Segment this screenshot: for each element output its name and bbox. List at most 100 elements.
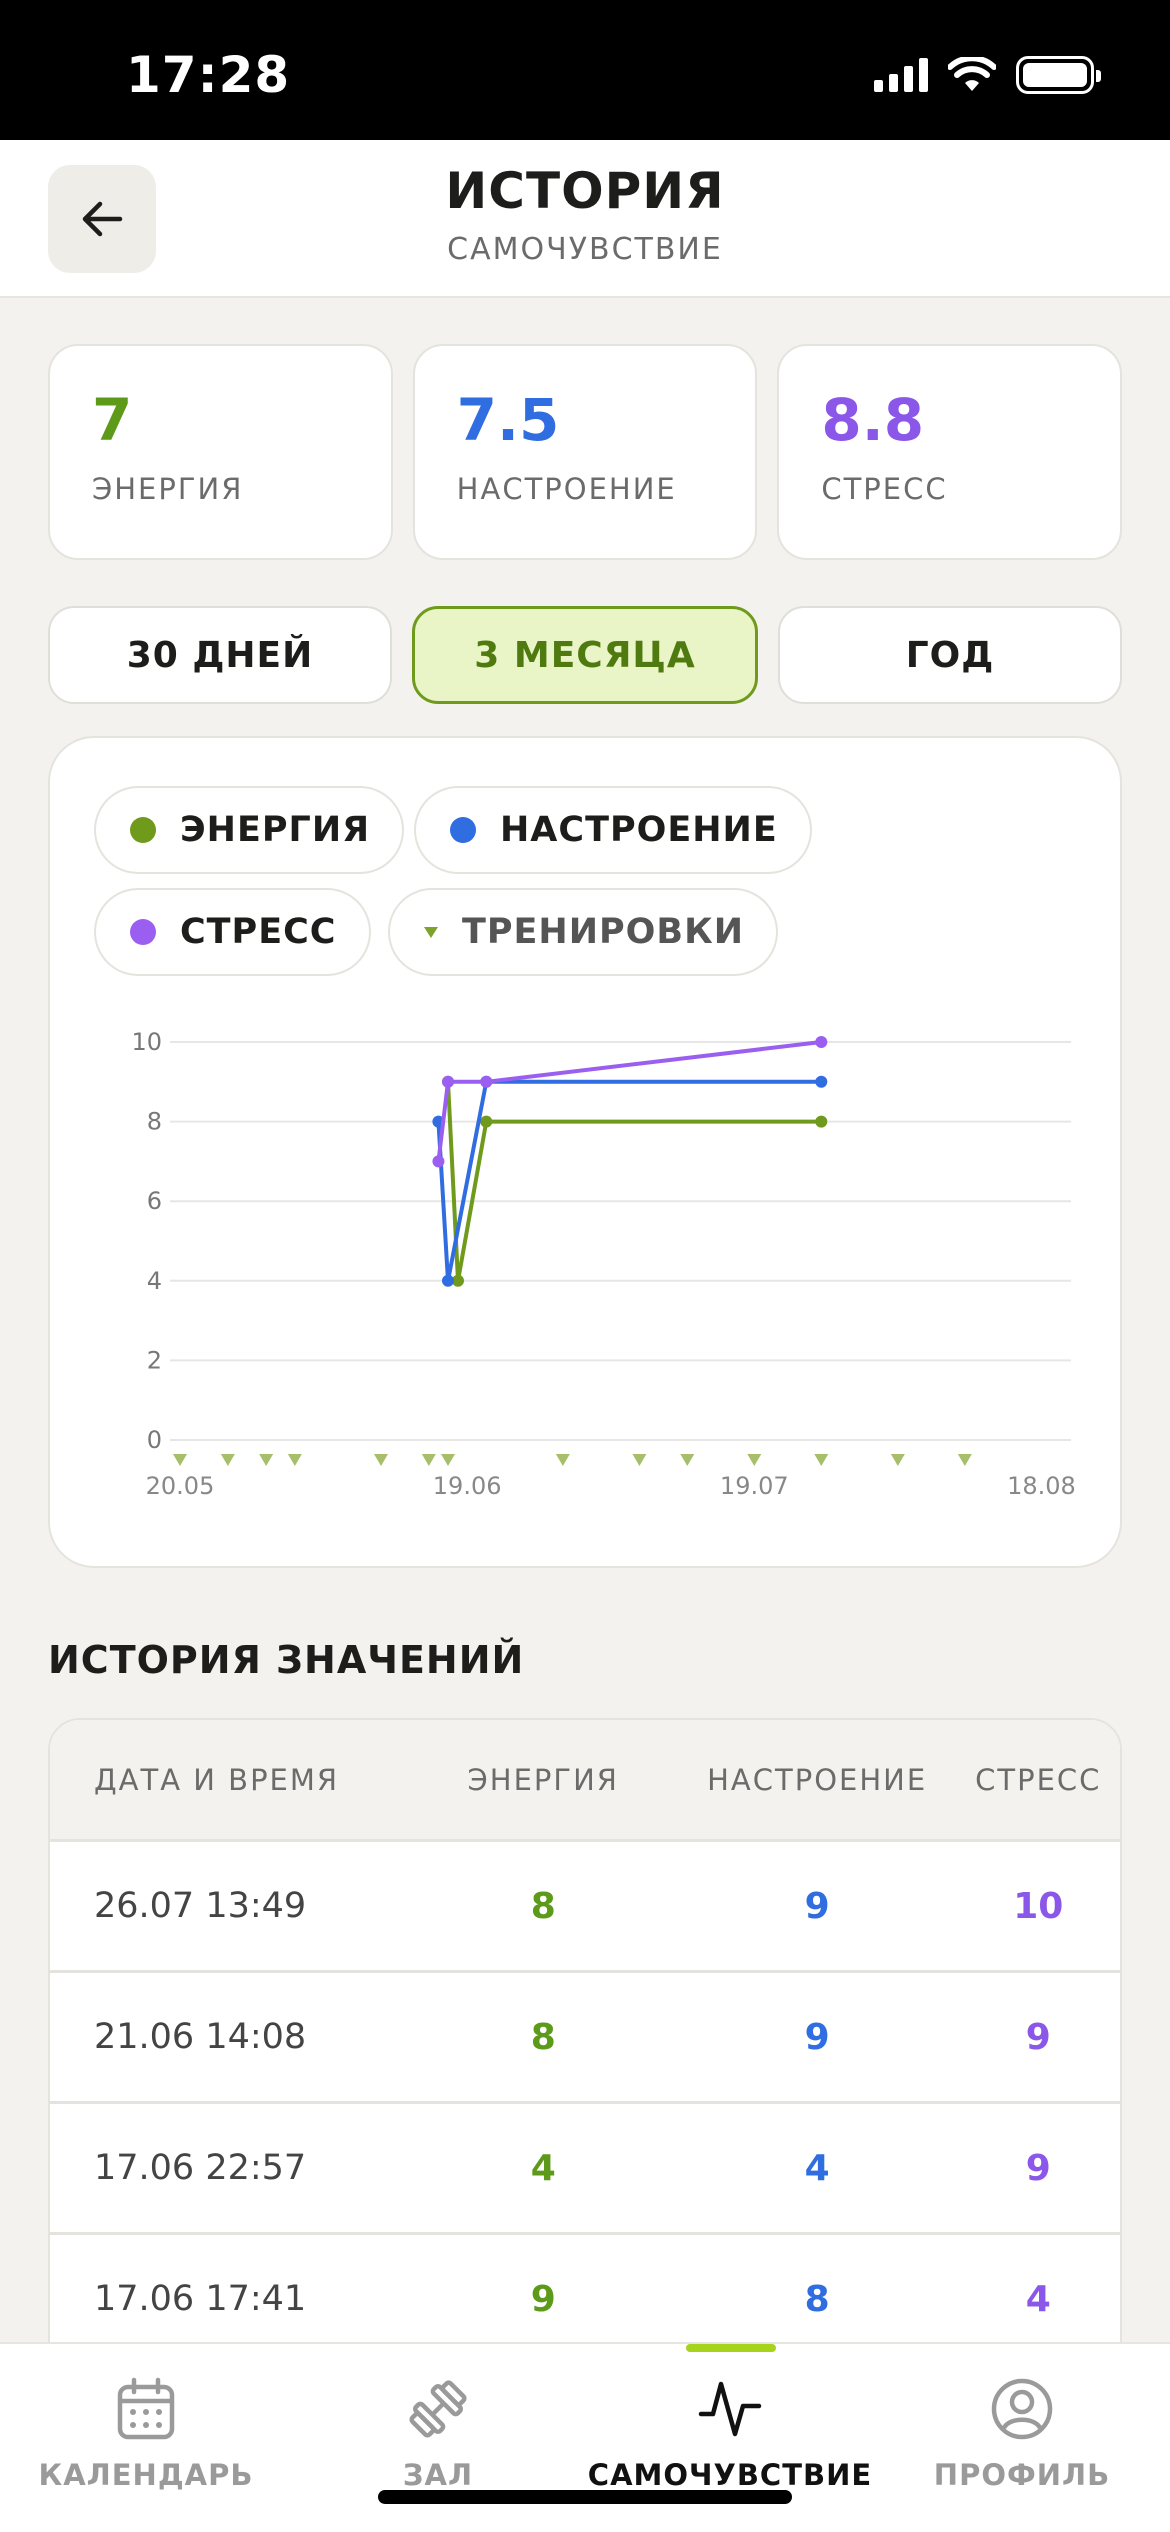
training-marker — [890, 1454, 905, 1466]
data-point — [442, 1075, 454, 1088]
stat-label: НАСТРОЕНИЕ — [456, 472, 677, 506]
chart-card: ЭНЕРГИЯ НАСТРОЕНИЕ СТРЕСС ТРЕНИРОВКИ 024… — [48, 736, 1122, 1568]
data-point — [480, 1075, 493, 1088]
dumbbell-icon — [409, 2380, 467, 2438]
series-line — [446, 1081, 822, 1283]
wifi-icon — [948, 57, 996, 91]
y-tick-label: 2 — [147, 1346, 162, 1374]
history-title: ИСТОРИЯ ЗНАЧЕНИЙ — [48, 1638, 525, 1682]
training-marker — [220, 1454, 235, 1466]
training-marker — [555, 1454, 570, 1466]
row-energy: 4 — [530, 2147, 556, 2189]
status-bar: 17:28 — [0, 0, 1170, 140]
row-date: 17.06 17:41 — [94, 2279, 307, 2319]
y-tick-label: 6 — [147, 1187, 162, 1215]
row-stress: 9 — [1025, 2147, 1051, 2189]
x-tick-label: 19.06 — [433, 1472, 502, 1500]
row-date: 21.06 14:08 — [94, 2017, 307, 2057]
table-row[interactable]: 26.07 13:49 8 9 10 — [50, 1842, 1120, 1973]
row-energy: 8 — [530, 2016, 556, 2058]
series-line — [436, 1079, 822, 1283]
tab-wellbeing[interactable]: САМОЧУВСТВИЕ — [570, 2374, 890, 2492]
status-time: 17:28 — [126, 46, 291, 104]
data-point — [815, 1036, 828, 1048]
period-year-button[interactable]: ГОД — [778, 606, 1122, 704]
row-mood: 4 — [804, 2147, 830, 2189]
stat-label: СТРЕСС — [821, 472, 948, 506]
training-marker — [287, 1454, 302, 1466]
row-stress: 9 — [1025, 2016, 1051, 2058]
table-row[interactable]: 21.06 14:08 8 9 9 — [50, 1973, 1120, 2104]
training-marker — [632, 1454, 647, 1466]
data-point — [815, 1075, 828, 1088]
training-marker — [173, 1454, 187, 1466]
header-energy: ЭНЕРГИЯ — [467, 1762, 619, 1797]
status-icons — [874, 56, 1101, 94]
x-tick-label: 20.05 — [146, 1472, 215, 1500]
period-selector: 30 ДНЕЙ 3 МЕСЯЦА ГОД — [48, 606, 1122, 704]
pulse-icon — [698, 2381, 762, 2437]
tab-label: КАЛЕНДАРЬ — [38, 2458, 254, 2492]
stat-value: 7 — [92, 386, 133, 454]
training-marker — [441, 1454, 455, 1466]
row-energy: 8 — [530, 1885, 556, 1927]
training-marker — [421, 1454, 436, 1466]
row-energy: 9 — [530, 2278, 556, 2320]
data-point — [815, 1115, 828, 1128]
training-marker — [259, 1454, 274, 1466]
table-header: ДАТА И ВРЕМЯ ЭНЕРГИЯ НАСТРОЕНИЕ СТРЕСС — [50, 1720, 1120, 1842]
training-marker — [374, 1454, 388, 1466]
data-point — [480, 1115, 493, 1128]
table-row[interactable]: 17.06 17:41 9 8 4 — [50, 2235, 1120, 2356]
wellbeing-chart: 0 2 4 6 8 10 20.05 19.06 19.07 18.08 — [131, 1028, 1076, 1500]
x-tick-label: 19.07 — [720, 1472, 789, 1500]
stat-card-energy: 7 ЭНЕРГИЯ — [48, 344, 393, 560]
calendar-icon — [117, 2377, 175, 2440]
period-3-months-button[interactable]: 3 МЕСЯЦА — [412, 606, 758, 704]
training-marker — [680, 1454, 695, 1466]
header-stress: СТРЕСС — [975, 1762, 1102, 1797]
header-date: ДАТА И ВРЕМЯ — [94, 1762, 340, 1797]
stat-value: 7.5 — [456, 386, 560, 454]
period-30-days-button[interactable]: 30 ДНЕЙ — [48, 606, 392, 704]
tab-gym[interactable]: ЗАЛ — [308, 2374, 568, 2492]
y-tick-label: 0 — [147, 1426, 162, 1454]
active-tab-indicator — [686, 2344, 776, 2352]
series-line — [436, 1040, 822, 1162]
x-tick-label: 18.08 — [1007, 1472, 1076, 1500]
stat-value: 8.8 — [821, 386, 925, 454]
tab-calendar[interactable]: КАЛЕНДАРЬ — [16, 2374, 276, 2492]
y-tick-label: 4 — [147, 1267, 162, 1295]
tab-label: САМОЧУВСТВИЕ — [587, 2458, 873, 2492]
row-date: 17.06 22:57 — [94, 2148, 307, 2188]
home-indicator — [378, 2490, 792, 2504]
row-mood: 8 — [804, 2278, 830, 2320]
page-title: ИСТОРИЯ — [445, 162, 725, 220]
training-marker — [957, 1454, 972, 1466]
battery-icon — [1016, 56, 1101, 94]
tab-label: ПРОФИЛЬ — [933, 2458, 1111, 2492]
page-subtitle: САМОЧУВСТВИЕ — [447, 232, 723, 267]
signal-icon — [874, 58, 928, 92]
tab-label: ЗАЛ — [402, 2458, 474, 2492]
row-date: 26.07 13:49 — [94, 1886, 307, 1926]
row-stress: 4 — [1025, 2278, 1051, 2320]
header: ИСТОРИЯ САМОЧУВСТВИЕ — [0, 140, 1170, 298]
row-mood: 9 — [804, 2016, 830, 2058]
header-mood: НАСТРОЕНИЕ — [707, 1762, 928, 1797]
stat-card-mood: 7.5 НАСТРОЕНИЕ — [412, 344, 758, 560]
training-marker — [747, 1454, 762, 1466]
row-mood: 9 — [804, 1885, 830, 1927]
table-row[interactable]: 17.06 22:57 4 4 9 — [50, 2104, 1120, 2235]
profile-icon — [991, 2378, 1053, 2440]
tab-profile[interactable]: ПРОФИЛЬ — [892, 2374, 1152, 2492]
training-marker — [814, 1454, 829, 1466]
data-point — [432, 1155, 445, 1168]
y-tick-label: 8 — [147, 1108, 162, 1136]
stat-card-stress: 8.8 СТРЕСС — [777, 344, 1123, 560]
stats-row: 7 ЭНЕРГИЯ 7.5 НАСТРОЕНИЕ 8.8 СТРЕСС — [48, 344, 1123, 560]
stat-label: ЭНЕРГИЯ — [92, 472, 244, 506]
y-tick-label: 10 — [131, 1028, 162, 1056]
history-table: ДАТА И ВРЕМЯ ЭНЕРГИЯ НАСТРОЕНИЕ СТРЕСС 2… — [48, 1718, 1122, 2358]
data-point — [442, 1274, 454, 1287]
